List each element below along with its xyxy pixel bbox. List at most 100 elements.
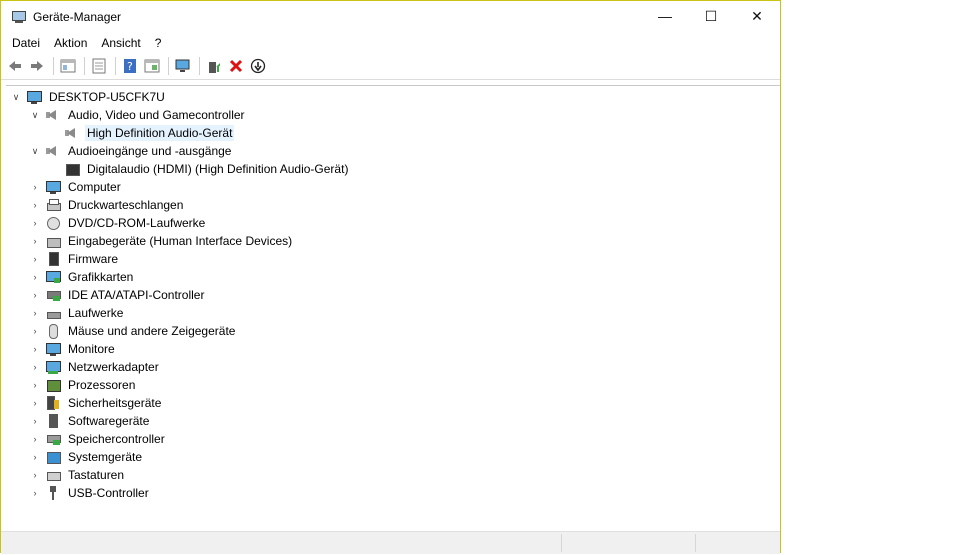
chevron-right-icon[interactable]: ›: [29, 361, 41, 373]
tree-node-label: USB-Controller: [68, 486, 149, 500]
tree-node-print-queues[interactable]: › Druckwarteschlangen: [29, 196, 185, 214]
tree-node-label: Digitalaudio (HDMI) (High Definition Aud…: [87, 162, 349, 176]
mouse-icon: [45, 323, 61, 339]
chevron-down-icon[interactable]: ∨: [29, 145, 41, 157]
tree-node-graphics[interactable]: › Grafikkarten: [29, 268, 135, 286]
chevron-right-icon[interactable]: ›: [29, 181, 41, 193]
view-icon: [144, 59, 160, 73]
chevron-right-icon[interactable]: ›: [29, 325, 41, 337]
toolbar-separator: [115, 57, 116, 75]
view-button[interactable]: [142, 56, 162, 76]
chevron-right-icon[interactable]: ›: [29, 487, 41, 499]
status-segment: [561, 534, 562, 552]
chevron-right-icon[interactable]: ›: [29, 451, 41, 463]
tree-node-label: Monitore: [68, 342, 115, 356]
graphics-card-icon: [45, 269, 61, 285]
tree-node-processors[interactable]: › Prozessoren: [29, 376, 137, 394]
tree-root[interactable]: ∨ DESKTOP-U5CFK7U: [10, 88, 167, 106]
tree-node-label: DVD/CD-ROM-Laufwerke: [68, 216, 206, 230]
chevron-down-icon[interactable]: ∨: [29, 109, 41, 121]
help-icon: ?: [124, 59, 136, 73]
close-button[interactable]: ✕: [734, 1, 780, 31]
tree-node-label: Prozessoren: [68, 378, 136, 392]
tree-node-mice[interactable]: › Mäuse und andere Zeigegeräte: [29, 322, 237, 340]
uninstall-button[interactable]: [226, 56, 246, 76]
console-tree-button[interactable]: [89, 56, 109, 76]
chevron-right-icon[interactable]: ›: [29, 307, 41, 319]
tree-node-keyboards[interactable]: › Tastaturen: [29, 466, 126, 484]
menu-file[interactable]: Datei: [5, 36, 47, 50]
tree-node-usb[interactable]: › USB-Controller: [29, 484, 151, 502]
tree-node-hid[interactable]: › Eingabegeräte (Human Interface Devices…: [29, 232, 294, 250]
chevron-right-icon[interactable]: ›: [29, 397, 41, 409]
chevron-right-icon[interactable]: ›: [29, 235, 41, 247]
chevron-down-icon[interactable]: ∨: [10, 91, 22, 103]
tree-node-system-devices[interactable]: › Systemgeräte: [29, 448, 144, 466]
ide-icon: [45, 287, 61, 303]
help-button[interactable]: ?: [120, 56, 140, 76]
tree-node-drives[interactable]: › Laufwerke: [29, 304, 125, 322]
window-title: Geräte-Manager: [33, 10, 122, 24]
tree-node-software-devices[interactable]: › Softwaregeräte: [29, 412, 151, 430]
tree-node-label: Druckwarteschlangen: [68, 198, 184, 212]
maximize-button[interactable]: ☐: [688, 1, 734, 31]
tree-node-storage-controllers[interactable]: › Speichercontroller: [29, 430, 167, 448]
computer-icon: [26, 89, 42, 105]
tree-node-label: Firmware: [68, 252, 118, 266]
tree-node-label: Audio, Video und Gamecontroller: [68, 108, 245, 122]
display-icon: [64, 161, 80, 177]
toolbar-separator: [84, 57, 85, 75]
chevron-right-icon[interactable]: ›: [29, 289, 41, 301]
back-button[interactable]: [5, 56, 25, 76]
chevron-right-icon[interactable]: ›: [29, 343, 41, 355]
tree-node-security[interactable]: › Sicherheitsgeräte: [29, 394, 163, 412]
tree-node-audio-io[interactable]: ∨ Audioeingänge und -ausgänge: [29, 142, 233, 160]
tree-node-label: Eingabegeräte (Human Interface Devices): [68, 234, 293, 248]
title-bar[interactable]: Geräte-Manager — ☐ ✕: [1, 1, 780, 33]
close-icon: ✕: [751, 7, 763, 24]
tree-node-label: Audioeingänge und -ausgänge: [68, 144, 232, 158]
menu-action[interactable]: Aktion: [47, 36, 94, 50]
tree-node-label: IDE ATA/ATAPI-Controller: [68, 288, 205, 302]
back-icon: [9, 61, 21, 71]
tree-node-dvd[interactable]: › DVD/CD-ROM-Laufwerke: [29, 214, 207, 232]
chevron-right-icon[interactable]: ›: [29, 271, 41, 283]
forward-button[interactable]: [27, 56, 47, 76]
properties-icon: [60, 59, 76, 73]
tree-node-hd-audio[interactable]: High Definition Audio-Gerät: [48, 124, 235, 142]
speaker-icon: [45, 107, 61, 123]
chevron-right-icon[interactable]: ›: [29, 217, 41, 229]
chevron-right-icon[interactable]: ›: [29, 433, 41, 445]
tree-node-digital-audio[interactable]: Digitalaudio (HDMI) (High Definition Aud…: [48, 160, 350, 178]
tree-node-ide[interactable]: › IDE ATA/ATAPI-Controller: [29, 286, 206, 304]
tree-node-monitors[interactable]: › Monitore: [29, 340, 117, 358]
tree-node-label: Netzwerkadapter: [68, 360, 159, 374]
properties-pane-button[interactable]: [58, 56, 78, 76]
chevron-right-icon[interactable]: ›: [29, 199, 41, 211]
chevron-right-icon[interactable]: ›: [29, 415, 41, 427]
menu-view[interactable]: Ansicht: [94, 36, 147, 50]
chevron-right-icon[interactable]: ›: [29, 469, 41, 481]
tree-node-computer[interactable]: › Computer: [29, 178, 123, 196]
tree-node-label: Laufwerke: [68, 306, 124, 320]
network-icon: [45, 359, 61, 375]
storage-controller-icon: [45, 431, 61, 447]
tree-node-label: Mäuse und andere Zeigegeräte: [68, 324, 236, 338]
tree-node-network[interactable]: › Netzwerkadapter: [29, 358, 161, 376]
disable-icon: [250, 58, 266, 74]
chevron-right-icon[interactable]: ›: [29, 379, 41, 391]
chip-icon: [45, 251, 61, 267]
tree-node-label: Systemgeräte: [68, 450, 143, 464]
chevron-right-icon[interactable]: ›: [29, 253, 41, 265]
tree-node-audio-video[interactable]: ∨ Audio, Video und Gamecontroller: [29, 106, 247, 124]
tree-node-firmware[interactable]: › Firmware: [29, 250, 120, 268]
disable-button[interactable]: [248, 56, 268, 76]
minimize-button[interactable]: —: [642, 1, 688, 31]
update-driver-button[interactable]: [204, 56, 224, 76]
device-tree[interactable]: ∨ DESKTOP-U5CFK7U ∨ Audio, Video und Gam…: [6, 85, 780, 529]
menu-help[interactable]: ?: [148, 36, 169, 50]
scan-hardware-button[interactable]: [173, 56, 193, 76]
tree-node-label: Softwaregeräte: [68, 414, 150, 428]
system-icon: [45, 449, 61, 465]
